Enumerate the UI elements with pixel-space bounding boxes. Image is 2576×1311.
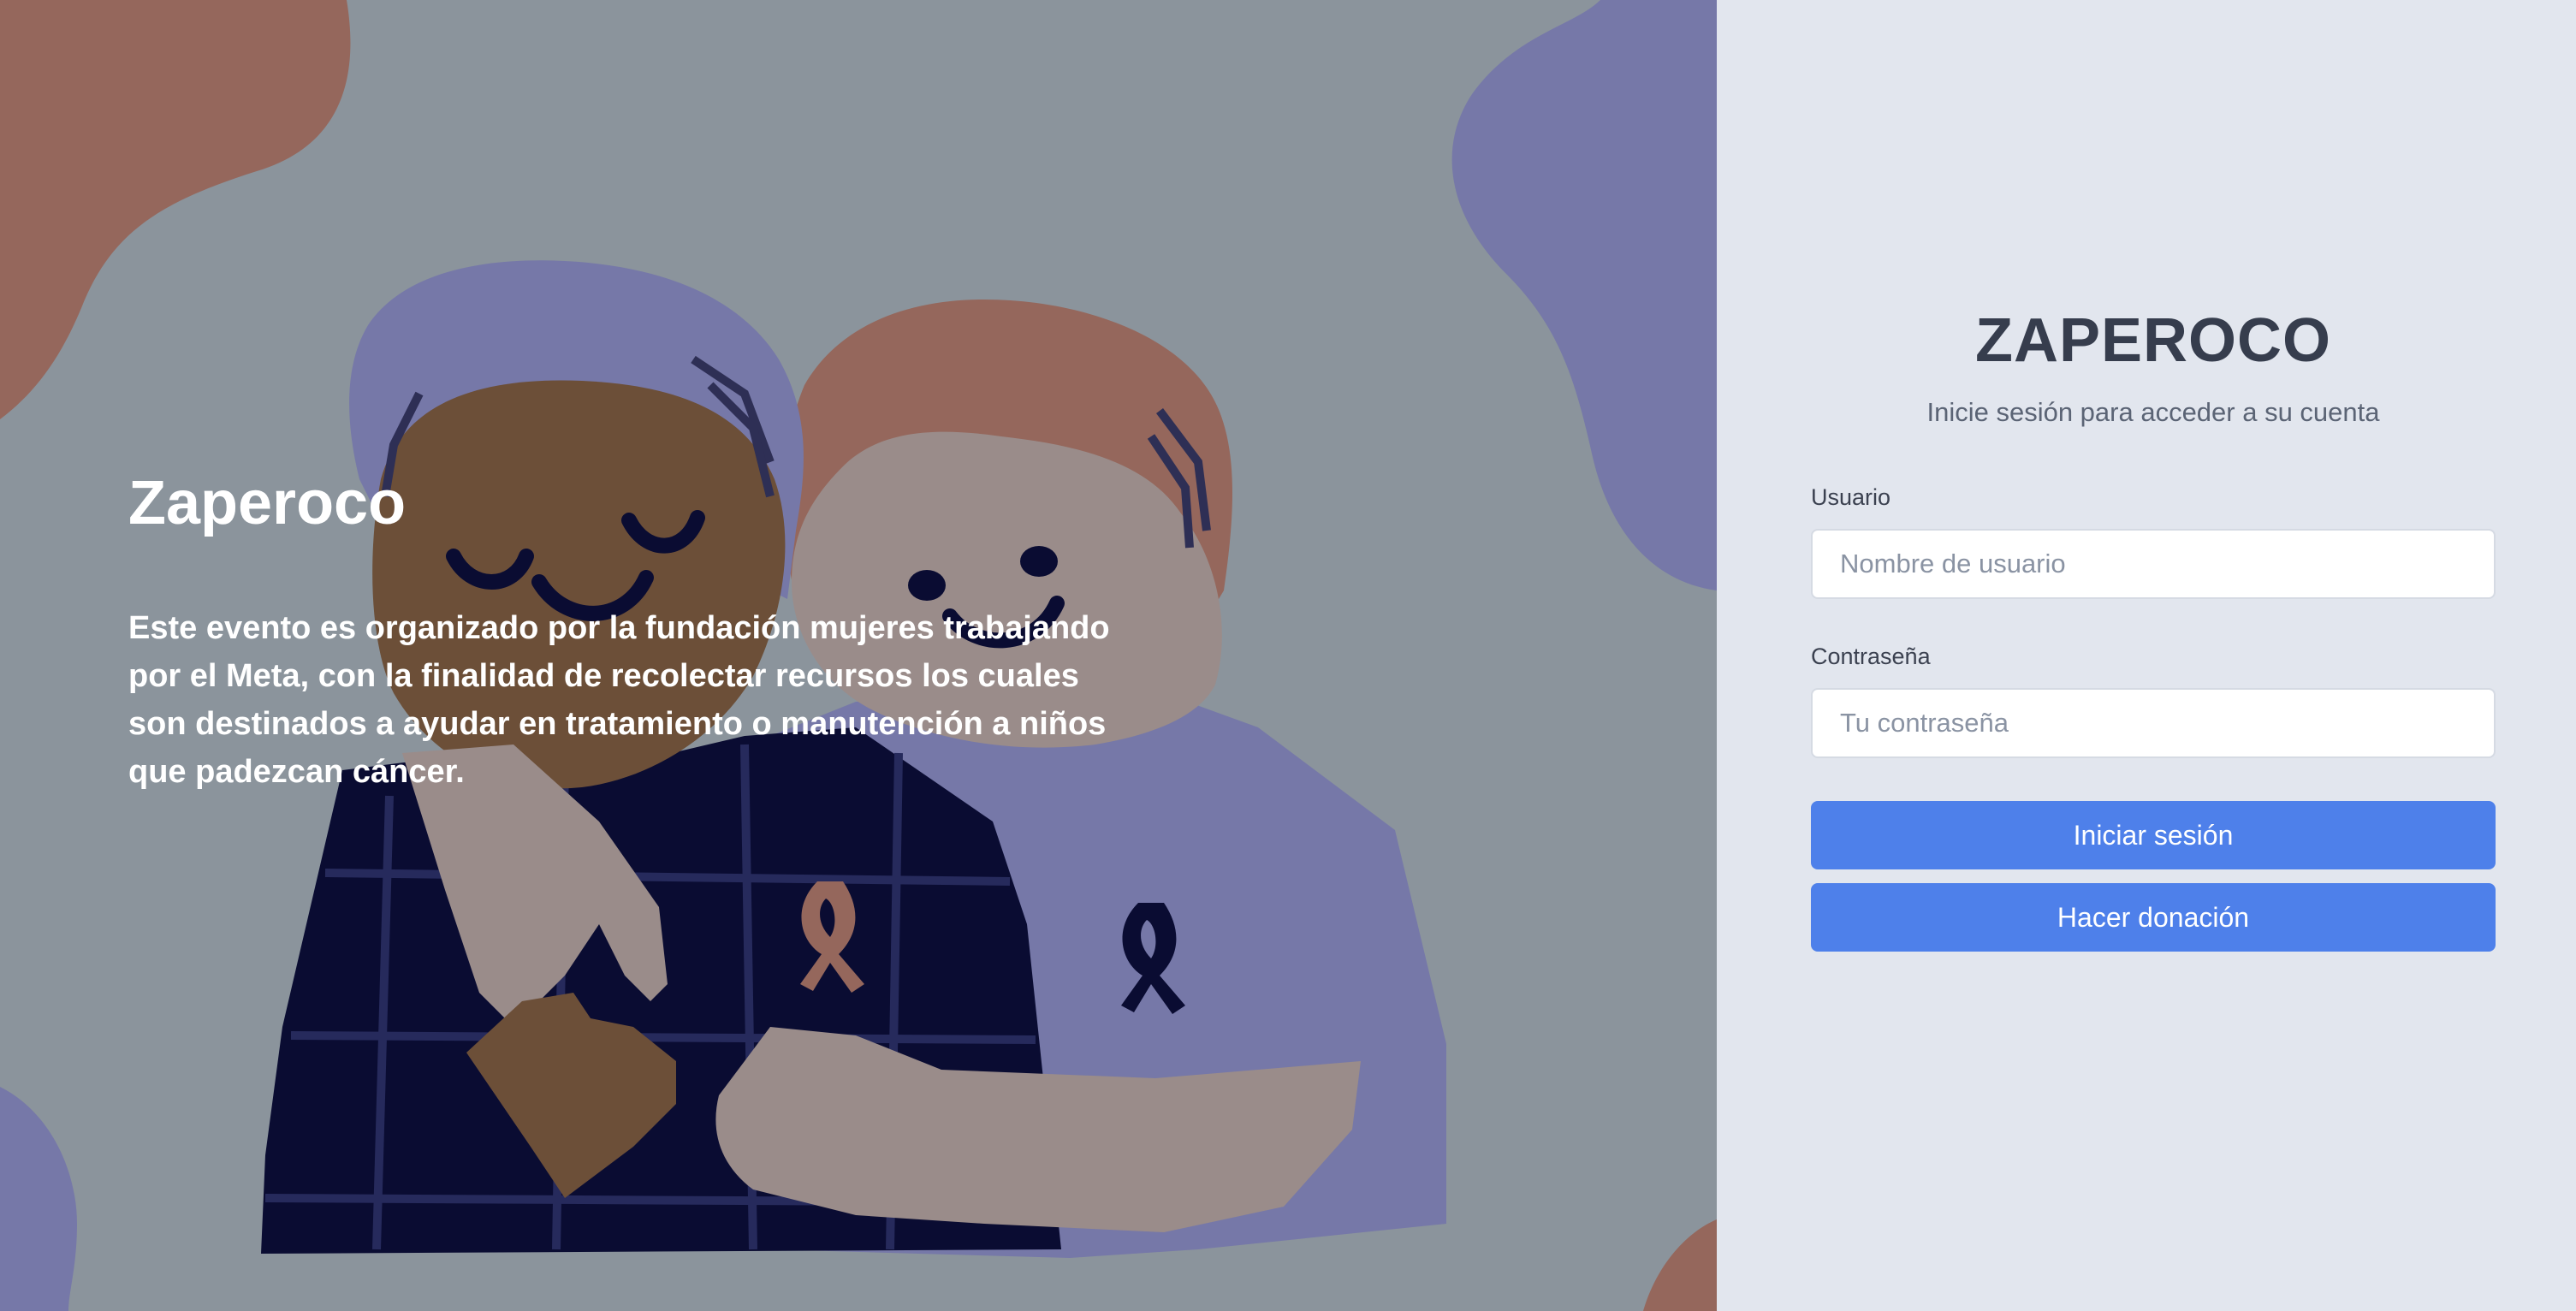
blob-top-left — [0, 0, 351, 419]
hero-title: Zaperoco — [128, 469, 407, 537]
login-panel: ZAPEROCO Inicie sesión para acceder a su… — [1717, 0, 2576, 1311]
blob-bottom-right — [1643, 1219, 1717, 1311]
login-button[interactable]: Iniciar sesión — [1811, 801, 2496, 869]
hero-panel: Zaperoco Este evento es organizado por l… — [0, 0, 1717, 1311]
password-input[interactable] — [1811, 688, 2496, 758]
username-input[interactable] — [1811, 529, 2496, 599]
hero-description: Este evento es organizado por la fundaci… — [128, 610, 1110, 790]
username-label: Usuario — [1811, 484, 1891, 510]
hero-text: Zaperoco Este evento es organizado por l… — [128, 462, 1138, 796]
login-form: ZAPEROCO Inicie sesión para acceder a su… — [1811, 301, 2496, 952]
donate-button[interactable]: Hacer donación — [1811, 883, 2496, 952]
username-group: Usuario — [1811, 483, 2496, 599]
brand-title: ZAPEROCO — [1974, 306, 2332, 375]
password-label: Contraseña — [1811, 644, 1931, 669]
blob-top-right — [1451, 0, 1717, 590]
blob-bottom-left — [0, 1087, 77, 1311]
login-page: Zaperoco Este evento es organizado por l… — [0, 0, 2576, 1311]
password-group: Contraseña — [1811, 642, 2496, 758]
login-subtitle: Inicie sesión para acceder a su cuenta — [1926, 397, 2380, 427]
